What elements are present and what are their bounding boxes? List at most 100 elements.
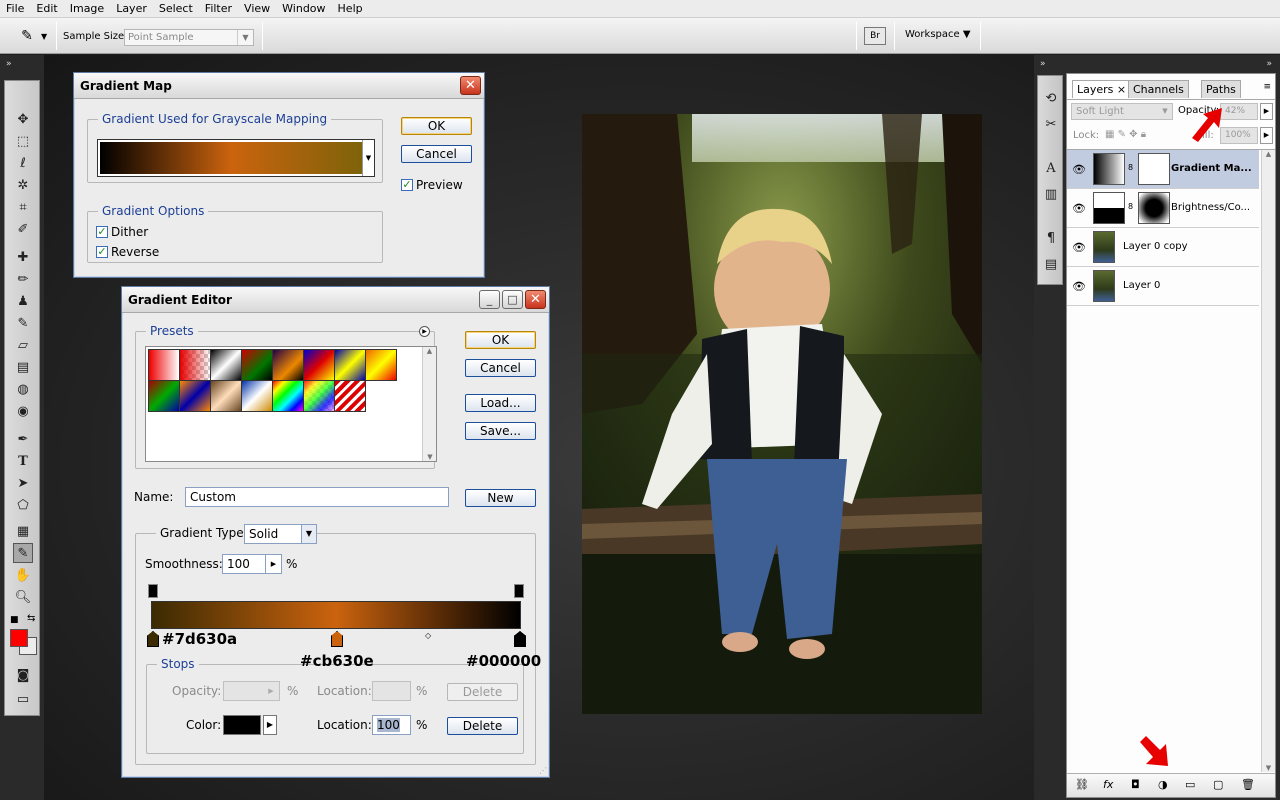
- dodge-icon[interactable]: ◉: [13, 401, 33, 421]
- gradient-type-select[interactable]: Solid ▼: [244, 524, 317, 544]
- collapse-icon[interactable]: »: [1040, 59, 1046, 69]
- eyedropper-tool-icon[interactable]: ✎: [13, 543, 33, 563]
- stepper-arrow-icon[interactable]: ▶: [265, 555, 281, 573]
- link-icon[interactable]: 8: [1128, 202, 1133, 211]
- lasso-icon[interactable]: ℓ: [13, 153, 33, 173]
- scroll-up-icon[interactable]: ▲: [1262, 150, 1275, 158]
- color-delete-button[interactable]: Delete: [447, 717, 518, 735]
- close-button[interactable]: ✕: [525, 290, 546, 309]
- menu-layer[interactable]: Layer: [110, 2, 153, 15]
- preset-swatch[interactable]: [334, 349, 366, 381]
- quick-mask-icon[interactable]: ◙: [13, 665, 33, 685]
- maximize-button[interactable]: □: [502, 290, 523, 309]
- hand-icon[interactable]: ✋: [13, 565, 33, 585]
- clone-stamp-icon[interactable]: ♟: [13, 291, 33, 311]
- preset-swatch[interactable]: [179, 349, 211, 381]
- history-icon[interactable]: ⟲: [1041, 88, 1061, 108]
- save-button[interactable]: Save...: [465, 422, 536, 440]
- trash-icon[interactable]: 🗑︎: [1241, 778, 1255, 791]
- new-layer-icon[interactable]: ▢: [1213, 778, 1223, 791]
- preset-swatch[interactable]: [365, 349, 397, 381]
- preset-swatch[interactable]: [210, 349, 242, 381]
- tab-channels[interactable]: Channels: [1128, 80, 1189, 98]
- group-folder-icon[interactable]: ▭: [1185, 778, 1195, 791]
- blend-mode-select[interactable]: Soft Light ▼: [1071, 103, 1173, 120]
- menu-help[interactable]: Help: [332, 2, 369, 15]
- slice-icon[interactable]: ✐: [13, 219, 33, 239]
- tool-preset-dropdown-icon[interactable]: ▼: [41, 32, 47, 41]
- crop-icon[interactable]: ⌗: [13, 197, 33, 217]
- dither-checkbox[interactable]: ✓ Dither: [96, 225, 148, 239]
- blur-icon[interactable]: ◍: [13, 379, 33, 399]
- preset-swatch[interactable]: [241, 380, 273, 412]
- gradient-picker[interactable]: ▼: [97, 139, 375, 177]
- color-stop[interactable]: [147, 631, 159, 647]
- tool-presets-icon[interactable]: ✂: [1041, 114, 1061, 134]
- preset-swatch[interactable]: [148, 380, 180, 412]
- layer-row-brightness-contrast[interactable]: 👁︎ 8 Brightness/Co...: [1067, 189, 1259, 228]
- preset-swatch[interactable]: [148, 349, 180, 381]
- opacity-stop-left[interactable]: [148, 584, 158, 598]
- presets-scrollbar[interactable]: ▲ ▼: [422, 347, 436, 461]
- adjustment-layer-icon[interactable]: ◑: [1158, 778, 1168, 791]
- preset-swatch[interactable]: [334, 380, 366, 412]
- fx-icon[interactable]: fx: [1103, 778, 1113, 791]
- smoothness-input[interactable]: 100 ▶: [222, 554, 282, 574]
- sample-size-select[interactable]: Point Sample ▼: [124, 29, 254, 46]
- type-icon[interactable]: T: [13, 451, 33, 471]
- fill-slider-arrow-icon[interactable]: ▶: [1260, 127, 1273, 144]
- preset-swatch[interactable]: [303, 349, 335, 381]
- info-icon[interactable]: ▥: [1041, 184, 1061, 204]
- notes-panel-icon[interactable]: ▤: [1041, 254, 1061, 274]
- eye-icon[interactable]: 👁︎: [1072, 202, 1086, 215]
- workspace-menu[interactable]: Workspace ▼: [905, 29, 971, 40]
- load-button[interactable]: Load...: [465, 394, 536, 412]
- menu-view[interactable]: View: [238, 2, 276, 15]
- midpoint-diamond-icon[interactable]: ◇: [425, 631, 431, 640]
- color-stop[interactable]: [514, 631, 526, 647]
- gradient-icon[interactable]: ▤: [13, 357, 33, 377]
- eyedropper-icon[interactable]: ✎: [16, 26, 38, 46]
- tab-layers[interactable]: Layers ×: [1072, 80, 1132, 98]
- menu-filter[interactable]: Filter: [199, 2, 238, 15]
- layer-row-layer0[interactable]: 👁︎ Layer 0: [1067, 267, 1259, 306]
- ok-button[interactable]: OK: [401, 117, 472, 135]
- color-menu-arrow-icon[interactable]: ▶: [263, 715, 277, 735]
- expand-icon[interactable]: »: [1266, 59, 1272, 69]
- scroll-up-icon[interactable]: ▲: [423, 347, 436, 355]
- menu-file[interactable]: File: [0, 2, 30, 15]
- paragraph-icon[interactable]: ¶: [1041, 228, 1061, 248]
- eraser-icon[interactable]: ▱: [13, 335, 33, 355]
- lock-icons[interactable]: ▦ ✎ ✥ 🔒︎: [1105, 129, 1146, 140]
- opacity-stop-right[interactable]: [514, 584, 524, 598]
- name-input[interactable]: Custom: [185, 487, 449, 507]
- marquee-icon[interactable]: ⬚: [13, 131, 33, 151]
- notes-icon[interactable]: ▦: [13, 521, 33, 541]
- swap-colors-icon[interactable]: ⇆: [27, 613, 35, 624]
- cancel-button[interactable]: Cancel: [465, 359, 536, 377]
- tab-paths[interactable]: Paths: [1201, 80, 1241, 98]
- collapse-icon[interactable]: »: [6, 59, 12, 69]
- opacity-slider-arrow-icon[interactable]: ▶: [1260, 103, 1273, 120]
- close-button[interactable]: ✕: [460, 76, 481, 95]
- preset-swatch[interactable]: [179, 380, 211, 412]
- panel-menu-icon[interactable]: ≡: [1263, 82, 1271, 92]
- menu-edit[interactable]: Edit: [30, 2, 63, 15]
- menu-window[interactable]: Window: [276, 2, 331, 15]
- color-location-input[interactable]: 100: [372, 715, 411, 735]
- magic-wand-icon[interactable]: ✲: [13, 175, 33, 195]
- layers-scrollbar[interactable]: ▲ ▼: [1261, 150, 1275, 772]
- new-button[interactable]: New: [465, 489, 536, 507]
- character-icon[interactable]: A: [1041, 158, 1061, 178]
- eye-icon[interactable]: 👁︎: [1072, 163, 1086, 176]
- add-mask-icon[interactable]: ◘: [1131, 778, 1140, 791]
- preset-swatch[interactable]: [210, 380, 242, 412]
- eye-icon[interactable]: 👁︎: [1072, 280, 1086, 293]
- gradient-bar[interactable]: [151, 601, 521, 629]
- brush-icon[interactable]: ✏: [13, 269, 33, 289]
- foreground-color-swatch[interactable]: [10, 629, 28, 647]
- menu-select[interactable]: Select: [153, 2, 199, 15]
- history-brush-icon[interactable]: ✎: [13, 313, 33, 333]
- ok-button[interactable]: OK: [465, 331, 536, 349]
- default-colors-icon[interactable]: ■: [10, 615, 19, 625]
